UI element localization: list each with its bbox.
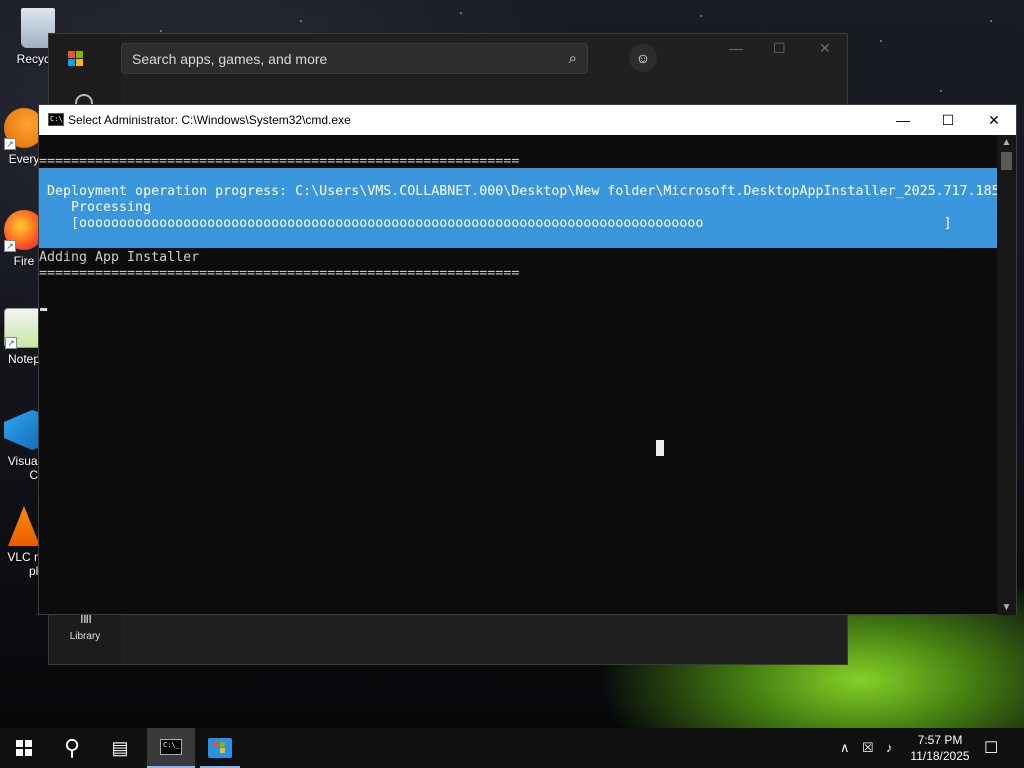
store-bag-icon xyxy=(208,738,232,758)
console-cursor xyxy=(40,308,47,311)
cmd-window[interactable]: C:\_ Select Administrator: C:\Windows\Sy… xyxy=(38,104,1017,615)
taskbar-search-button[interactable]: ⚲ xyxy=(48,728,96,768)
notification-center-icon[interactable]: ☐ xyxy=(984,738,998,758)
taskbar-app-cmd[interactable]: C:\_ xyxy=(147,728,195,768)
taskbar-app-store[interactable] xyxy=(196,728,244,768)
store-minimize-button[interactable]: — xyxy=(729,40,743,56)
cmd-close-button[interactable]: ✕ xyxy=(971,105,1017,135)
store-search-input[interactable]: Search apps, games, and more ⌕ xyxy=(121,43,588,74)
store-close-button[interactable]: ✕ xyxy=(819,40,831,57)
deployment-progress-block: Deployment operation progress: C:\Users\… xyxy=(39,168,999,248)
cmd-console-output[interactable]: ========================================… xyxy=(39,135,999,615)
sidebar-item-library-label: Library xyxy=(69,631,101,642)
scrollbar-thumb[interactable] xyxy=(1001,152,1012,170)
home-icon[interactable] xyxy=(75,94,93,104)
start-button[interactable] xyxy=(0,728,48,768)
cmd-app-icon: C:\_ xyxy=(48,113,67,126)
cmd-titlebar[interactable]: C:\_ Select Administrator: C:\Windows\Sy… xyxy=(39,105,1016,135)
shortcut-arrow-icon: ↗ xyxy=(5,337,17,349)
progress-status-line: Processing xyxy=(47,200,152,215)
store-logo-icon xyxy=(68,51,84,67)
clock-time: 7:57 PM xyxy=(917,733,963,747)
cmd-window-title: Select Administrator: C:\Windows\System3… xyxy=(68,113,351,127)
scroll-down-arrow-icon[interactable]: ▼ xyxy=(997,600,1016,615)
taskbar-clock[interactable]: 7:57 PM 11/18/2025 xyxy=(908,732,972,764)
progress-bar-line: [ooooooooooooooooooooooooooooooooooooooo… xyxy=(47,216,952,231)
search-icon: ⚲ xyxy=(63,735,81,760)
adding-app-installer-line: Adding App Installer xyxy=(39,250,200,265)
taskbar: ⚲ ▤ C:\_ ∧ ☒ ♪ 7:57 PM 11/18/2025 ☐ xyxy=(0,728,1024,768)
store-maximize-button[interactable]: ☐ xyxy=(773,40,786,57)
cmd-scrollbar[interactable]: ▲ ▼ xyxy=(997,135,1016,615)
tray-overflow-chevron-icon[interactable]: ∧ xyxy=(840,740,850,756)
cmd-maximize-button[interactable]: ☐ xyxy=(925,105,971,135)
shortcut-arrow-icon: ↗ xyxy=(4,138,16,150)
store-search-placeholder: Search apps, games, and more xyxy=(132,51,328,67)
search-icon[interactable]: ⌕ xyxy=(569,50,577,67)
user-account-icon[interactable]: ☺ xyxy=(629,44,657,72)
windows-logo-icon xyxy=(16,740,32,756)
clock-date: 11/18/2025 xyxy=(910,749,970,763)
task-view-button[interactable]: ▤ xyxy=(96,728,144,768)
text-cursor-block xyxy=(656,440,664,456)
scroll-up-arrow-icon[interactable]: ▲ xyxy=(997,135,1016,150)
volume-muted-icon[interactable]: ♪ xyxy=(886,740,893,755)
network-icon[interactable]: ☒ xyxy=(862,740,874,756)
cmd-app-icon: C:\_ xyxy=(160,739,182,755)
progress-path-line: Deployment operation progress: C:\Users\… xyxy=(47,184,999,199)
cmd-minimize-button[interactable]: — xyxy=(880,105,926,135)
console-separator: ========================================… xyxy=(39,266,520,281)
task-view-icon: ▤ xyxy=(111,738,129,758)
shortcut-arrow-icon: ↗ xyxy=(4,240,16,252)
